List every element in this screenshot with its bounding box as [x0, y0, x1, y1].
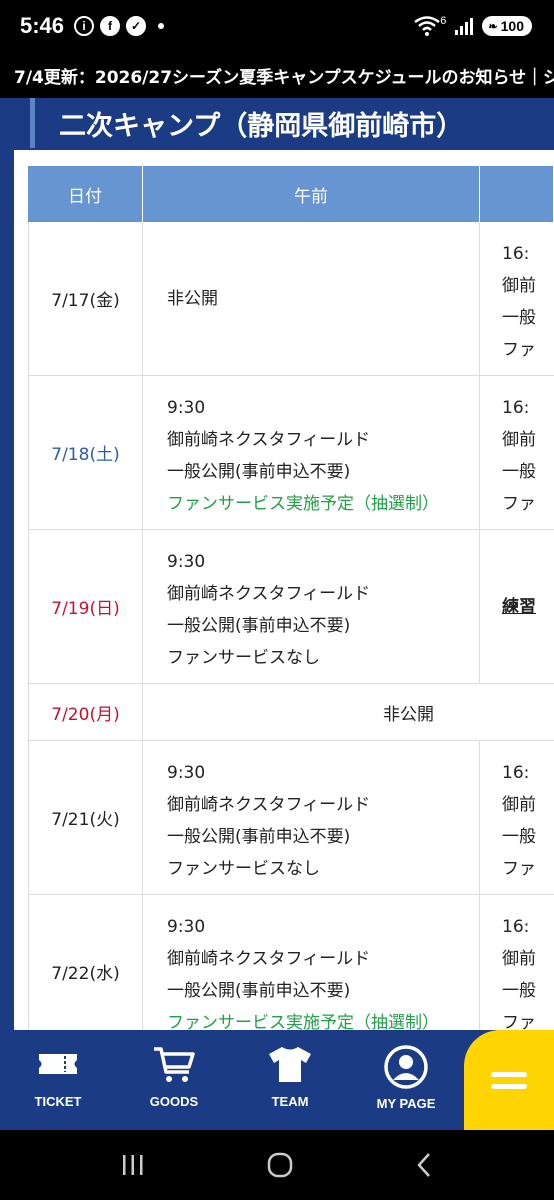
row-pm: 16: 御前 一般 ファ [480, 222, 554, 375]
row-am: 9:30 御前崎ネクスタフィールド 一般公開(事前申込不要) ファンサービスなし [143, 741, 480, 894]
info-icon: i [74, 16, 95, 36]
am-line: 9:30 [167, 763, 206, 783]
am-line: 御前崎ネクスタフィールド [167, 430, 371, 450]
hamburger-menu-button[interactable] [464, 1030, 554, 1130]
ticket-icon [39, 1054, 77, 1074]
pm-line: 一般 [502, 981, 536, 1001]
signal-icon [455, 18, 474, 35]
status-bar: 5:46 i f ✓ 6 ❧ 100 [0, 0, 554, 52]
pm-line: 16: [502, 398, 530, 418]
am-line: 9:30 [167, 917, 206, 937]
table-row: 7/20(月) 非公開 [28, 684, 554, 741]
shield-icon: ✓ [126, 16, 147, 36]
pm-line: 御前 [502, 949, 536, 969]
am-line: 一般公開(事前申込不要) [167, 827, 351, 847]
page-title: 7/4更新：2026/27シーズン夏季キャンプスケジュールのお知らせ｜ジ [14, 67, 554, 88]
table-row: 7/18(土) 9:30 御前崎ネクスタフィールド 一般公開(事前申込不要) フ… [28, 376, 554, 530]
row-am: 9:30 御前崎ネクスタフィールド 一般公開(事前申込不要) ファンサービス実施… [143, 895, 480, 1030]
am-line: 9:30 [167, 398, 206, 418]
row-pm: 練習 [480, 530, 554, 683]
row-date: 7/18(土) [28, 376, 143, 529]
row-date: 7/17(金) [28, 222, 143, 375]
facebook-icon: f [100, 16, 121, 36]
wifi-icon [414, 16, 441, 36]
nav-label: MY PAGE [376, 1096, 436, 1111]
table-row: 7/19(日) 9:30 御前崎ネクスタフィールド 一般公開(事前申込不要) フ… [28, 530, 554, 684]
nav-goods[interactable]: GOODS [116, 1030, 232, 1130]
nav-mypage[interactable]: MY PAGE [348, 1030, 464, 1130]
user-icon [384, 1045, 428, 1089]
battery-level: 100 [500, 18, 524, 34]
pm-line: 16: [502, 917, 530, 937]
main-content[interactable]: 二次キャンプ（静岡県御前崎市） 日付 午前 7/17(金) 非公開 16: 御前… [0, 98, 554, 1030]
cart-icon [154, 1047, 195, 1082]
practice-link[interactable]: 練習 [502, 591, 536, 623]
nav-label: TICKET [34, 1094, 82, 1109]
back-icon[interactable] [414, 1151, 434, 1179]
table-row: 7/21(火) 9:30 御前崎ネクスタフィールド 一般公開(事前申込不要) フ… [28, 741, 554, 895]
am-line: 一般公開(事前申込不要) [167, 981, 351, 1001]
battery-indicator: ❧ 100 [482, 16, 532, 36]
pm-line: 16: [502, 244, 530, 264]
page-title-bar: 7/4更新：2026/27シーズン夏季キャンプスケジュールのお知らせ｜ジ [0, 52, 554, 98]
pm-line: ファ [502, 1013, 536, 1030]
recent-apps-icon[interactable] [120, 1153, 146, 1177]
am-line: ファンサービスなし [167, 859, 320, 879]
header-date: 日付 [28, 166, 143, 222]
pm-line: 一般 [502, 462, 536, 482]
am-line: 御前崎ネクスタフィールド [167, 795, 371, 815]
am-line: 9:30 [167, 552, 206, 572]
status-time: 5:46 [20, 13, 65, 38]
pm-line: ファ [502, 340, 536, 360]
pm-line: ファ [502, 859, 536, 879]
pm-line: 一般 [502, 827, 536, 847]
row-am: 非公開 [143, 222, 480, 375]
system-nav-bar [0, 1130, 554, 1200]
bottom-nav: TICKET GOODS TEAM MY PAGE [0, 1030, 554, 1130]
section-heading-text: 二次キャンプ（静岡県御前崎市） [59, 110, 464, 142]
pm-line: 御前 [502, 795, 536, 815]
nav-ticket[interactable]: TICKET [0, 1030, 116, 1130]
am-line: 一般公開(事前申込不要) [167, 462, 351, 482]
shirt-icon [269, 1047, 311, 1082]
am-line: ファンサービスなし [167, 648, 320, 668]
pm-line: 御前 [502, 276, 536, 296]
pm-line: 御前 [502, 430, 536, 450]
row-pm: 16: 御前 一般 ファ [480, 895, 554, 1030]
row-merged: 非公開 [383, 704, 434, 725]
pm-line: 一般 [502, 308, 536, 328]
am-line: 非公開 [167, 288, 218, 309]
pm-line: 16: [502, 763, 530, 783]
pm-line: ファ [502, 494, 536, 514]
row-am: 9:30 御前崎ネクスタフィールド 一般公開(事前申込不要) ファンサービスなし [143, 530, 480, 683]
table-row: 7/22(水) 9:30 御前崎ネクスタフィールド 一般公開(事前申込不要) フ… [28, 895, 554, 1030]
am-fanservice: ファンサービス実施予定（抽選制） [167, 1013, 439, 1030]
row-date: 7/19(日) [28, 530, 143, 683]
nav-label: GOODS [149, 1094, 199, 1109]
row-date: 7/20(月) [28, 684, 143, 740]
nav-label: TEAM [271, 1094, 309, 1109]
row-pm: 16: 御前 一般 ファ [480, 741, 554, 894]
nav-team[interactable]: TEAM [232, 1030, 348, 1130]
row-date: 7/22(水) [28, 895, 143, 1030]
am-line: 御前崎ネクスタフィールド [167, 949, 371, 969]
schedule-table: 日付 午前 7/17(金) 非公開 16: 御前 一般 ファ 7/18(土) 9… [28, 166, 554, 1030]
network-type: 6 [440, 15, 447, 27]
hamburger-menu-icon [491, 1065, 527, 1096]
dot-icon [158, 23, 165, 29]
section-heading: 二次キャンプ（静岡県御前崎市） [30, 98, 463, 148]
battery-leaf-icon: ❧ [488, 20, 498, 33]
header-pm [480, 166, 554, 222]
home-icon[interactable] [266, 1151, 294, 1179]
table-row: 7/17(金) 非公開 16: 御前 一般 ファ [28, 222, 554, 376]
table-header: 日付 午前 [28, 166, 554, 222]
row-am: 9:30 御前崎ネクスタフィールド 一般公開(事前申込不要) ファンサービス実施… [143, 376, 480, 529]
header-am: 午前 [143, 166, 480, 222]
row-pm: 16: 御前 一般 ファ [480, 376, 554, 529]
am-fanservice: ファンサービス実施予定（抽選制） [167, 494, 439, 514]
am-line: 一般公開(事前申込不要) [167, 616, 351, 636]
row-date: 7/21(火) [28, 741, 143, 894]
am-line: 御前崎ネクスタフィールド [167, 584, 371, 604]
